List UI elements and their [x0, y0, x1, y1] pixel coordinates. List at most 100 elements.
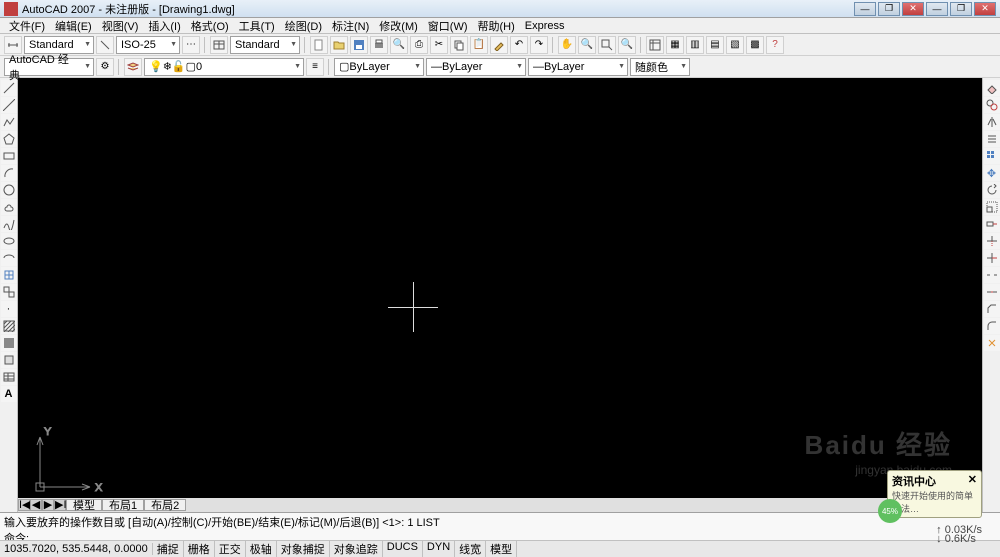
doc-restore-button[interactable]: ❐	[950, 2, 972, 16]
popup-close-icon[interactable]: ✕	[968, 473, 977, 489]
plotstyle-dropdown[interactable]: 随颜色	[630, 58, 690, 76]
menu-item[interactable]: 视图(V)	[97, 17, 144, 35]
point-icon[interactable]: ·	[1, 301, 17, 317]
status-mode-button[interactable]: 正交	[215, 541, 246, 557]
status-mode-button[interactable]: 捕捉	[153, 541, 184, 557]
array-icon[interactable]	[984, 148, 1000, 164]
publish-icon[interactable]: ⎙	[410, 36, 428, 54]
chamfer-icon[interactable]	[984, 301, 1000, 317]
erase-icon[interactable]	[984, 80, 1000, 96]
extend-icon[interactable]	[984, 250, 1000, 266]
stretch-icon[interactable]	[984, 216, 1000, 232]
layer-props-icon[interactable]	[124, 58, 142, 76]
layout-tab[interactable]: 布局1	[102, 499, 144, 511]
polygon-icon[interactable]	[1, 131, 17, 147]
tab-nav-button[interactable]: ◀	[30, 499, 42, 511]
table-icon[interactable]	[1, 369, 17, 385]
menu-item[interactable]: 工具(T)	[234, 17, 280, 35]
trim-icon[interactable]	[984, 233, 1000, 249]
pline-icon[interactable]	[1, 114, 17, 130]
dc-icon[interactable]: ▦	[666, 36, 684, 54]
status-mode-button[interactable]: 对象追踪	[330, 541, 383, 557]
hatch-icon[interactable]	[1, 318, 17, 334]
properties-icon[interactable]	[646, 36, 664, 54]
gradient-icon[interactable]	[1, 335, 17, 351]
scale-icon[interactable]	[984, 199, 1000, 215]
layout-tab[interactable]: 布局2	[144, 499, 186, 511]
region-icon[interactable]	[1, 352, 17, 368]
spline-icon[interactable]	[1, 216, 17, 232]
zoom-win-icon[interactable]	[598, 36, 616, 54]
color-dropdown[interactable]: ▢ ByLayer	[334, 58, 424, 76]
menu-item[interactable]: 文件(F)	[4, 17, 50, 35]
xline-icon[interactable]	[1, 97, 17, 113]
tablestyle-icon[interactable]	[210, 36, 228, 54]
ellipsearc-icon[interactable]	[1, 250, 17, 266]
layer-dropdown[interactable]: 💡❄🔓▢ 0	[144, 58, 304, 76]
move-icon[interactable]: ✥	[984, 165, 1000, 181]
pan-icon[interactable]: ✋	[558, 36, 576, 54]
new-icon[interactable]	[310, 36, 328, 54]
preview-icon[interactable]: 🔍	[390, 36, 408, 54]
arc-icon[interactable]	[1, 165, 17, 181]
ws-settings-icon[interactable]: ⚙	[96, 58, 114, 76]
status-mode-button[interactable]: DYN	[423, 541, 455, 557]
undo-icon[interactable]: ↶	[510, 36, 528, 54]
tablestyle-dropdown[interactable]: Standard	[230, 36, 300, 54]
rotate-icon[interactable]	[984, 182, 1000, 198]
copy-obj-icon[interactable]	[984, 97, 1000, 113]
status-mode-button[interactable]: 模型	[486, 541, 517, 557]
ssm-icon[interactable]: ▤	[706, 36, 724, 54]
cut-icon[interactable]: ✂	[430, 36, 448, 54]
fillet-icon[interactable]	[984, 318, 1000, 334]
paste-icon[interactable]: 📋	[470, 36, 488, 54]
circle-icon[interactable]	[1, 182, 17, 198]
zoom-rt-icon[interactable]: 🔍	[578, 36, 596, 54]
coordinates[interactable]: 1035.7020, 535.5448, 0.0000	[0, 543, 153, 555]
zoom-prev-icon[interactable]: 🔍	[618, 36, 636, 54]
status-mode-button[interactable]: 栅格	[184, 541, 215, 557]
menu-item[interactable]: 修改(M)	[374, 17, 423, 35]
open-icon[interactable]	[330, 36, 348, 54]
mirror-icon[interactable]	[984, 114, 1000, 130]
minimize-button[interactable]: —	[854, 2, 876, 16]
menu-item[interactable]: 绘图(D)	[280, 17, 327, 35]
layout-tab[interactable]: 模型	[66, 499, 102, 511]
menu-item[interactable]: 插入(I)	[143, 17, 185, 35]
restore-button[interactable]: ❐	[878, 2, 900, 16]
linetype-dropdown[interactable]: — ByLayer	[426, 58, 526, 76]
ellipse-icon[interactable]	[1, 233, 17, 249]
close-button[interactable]: ✕	[902, 2, 924, 16]
offset-icon[interactable]	[984, 131, 1000, 147]
revcloud-icon[interactable]	[1, 199, 17, 215]
menu-item[interactable]: 格式(O)	[186, 17, 234, 35]
status-mode-button[interactable]: 极轴	[246, 541, 277, 557]
tp-icon[interactable]: ▥	[686, 36, 704, 54]
insert-icon[interactable]	[1, 267, 17, 283]
drawing-canvas[interactable]: Y X Baidu 经验 jingyan.baidu.com I◀◀▶▶I模型布…	[18, 78, 982, 512]
explode-icon[interactable]	[984, 335, 1000, 351]
menu-item[interactable]: 标注(N)	[327, 17, 374, 35]
dim-icon[interactable]	[96, 36, 114, 54]
save-icon[interactable]	[350, 36, 368, 54]
workspace-dropdown[interactable]: AutoCAD 经典	[4, 58, 94, 76]
rectangle-icon[interactable]	[1, 148, 17, 164]
menu-item[interactable]: 编辑(E)	[50, 17, 97, 35]
dim-update-icon[interactable]: ⋯	[182, 36, 200, 54]
print-icon[interactable]	[370, 36, 388, 54]
tab-nav-button[interactable]: ▶	[42, 499, 54, 511]
redo-icon[interactable]: ↷	[530, 36, 548, 54]
menu-item[interactable]: 帮助(H)	[473, 17, 520, 35]
calc-icon[interactable]: ▩	[746, 36, 764, 54]
markup-icon[interactable]: ▧	[726, 36, 744, 54]
break-icon[interactable]	[984, 267, 1000, 283]
menu-item[interactable]: 窗口(W)	[423, 17, 473, 35]
status-mode-button[interactable]: 线宽	[455, 541, 486, 557]
doc-close-button[interactable]: ✕	[974, 2, 996, 16]
tab-nav-button[interactable]: I◀	[18, 499, 30, 511]
command-line[interactable]: 输入要放弃的操作数目或 [自动(A)/控制(C)/开始(BE)/结束(E)/标记…	[0, 512, 1000, 540]
join-icon[interactable]	[984, 284, 1000, 300]
mtext-icon[interactable]: A	[1, 386, 17, 402]
copy-icon[interactable]	[450, 36, 468, 54]
layer-prev-icon[interactable]: ≡	[306, 58, 324, 76]
